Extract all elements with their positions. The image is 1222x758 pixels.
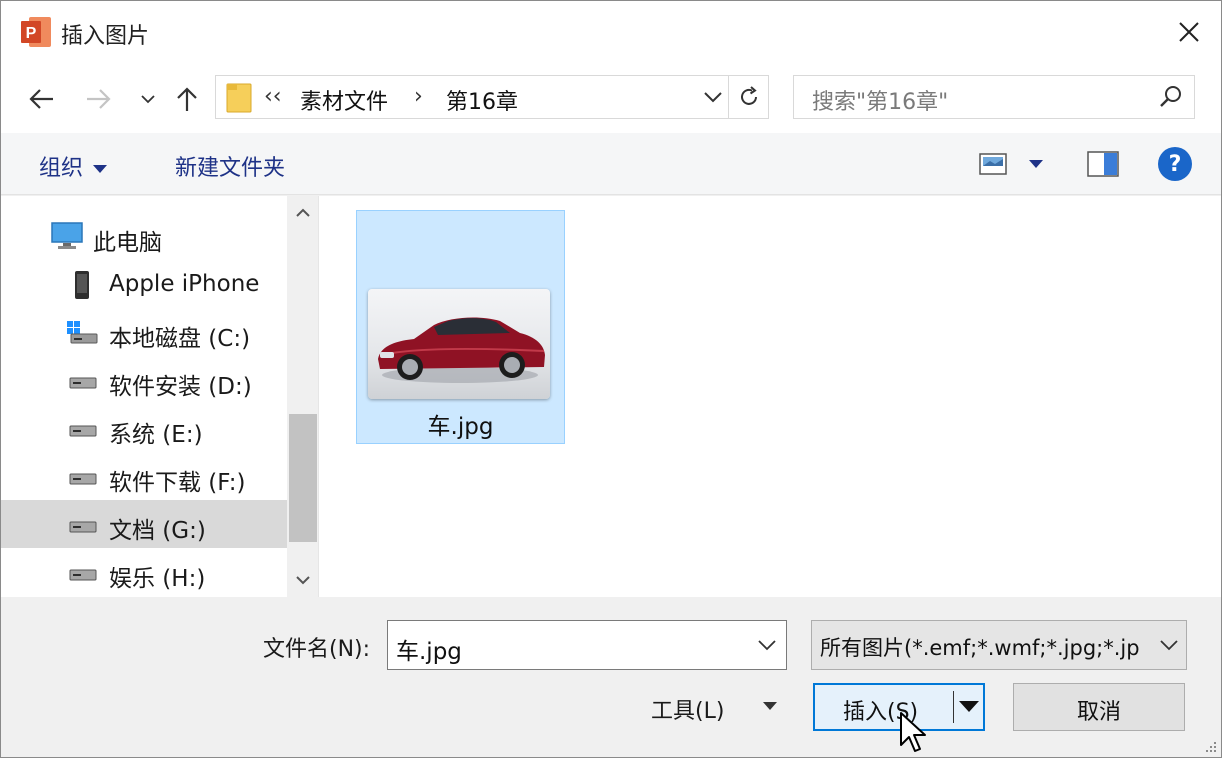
new-folder-button[interactable]: 新建文件夹 (175, 150, 285, 182)
drive-icon (69, 377, 97, 389)
address-bar[interactable]: ‹‹ 素材文件 › 第16章 (215, 75, 769, 119)
insert-options-dropdown-icon[interactable] (959, 701, 979, 712)
filetype-dropdown-button[interactable] (1152, 621, 1186, 669)
title-bar: P 插入图片 (1, 1, 1221, 63)
computer-icon (51, 222, 83, 249)
tools-dropdown-arrow-icon[interactable] (763, 702, 777, 710)
arrow-left-icon (29, 89, 53, 109)
tree-item-apple-iphone[interactable]: Apple iPhone (1, 260, 287, 308)
chevron-down-icon (295, 576, 310, 585)
drive-icon (69, 425, 97, 437)
file-item-car-jpg[interactable]: 车.jpg (356, 210, 565, 444)
view-options-dropdown[interactable] (1025, 153, 1047, 175)
organize-label: 组织 (39, 156, 84, 181)
breadcrumb-chapter16[interactable]: 第16章 (446, 84, 518, 116)
tree-label: 系统 (E:) (109, 422, 203, 448)
view-mode-icon[interactable] (979, 153, 1007, 175)
arrow-up-icon (177, 87, 197, 111)
tree-label: Apple iPhone (109, 271, 260, 297)
filename-value[interactable]: 车.jpg (396, 632, 462, 666)
mouse-pointer-icon (900, 712, 926, 752)
tree-label: 软件下载 (F:) (109, 470, 246, 496)
svg-text:P: P (26, 25, 37, 42)
chevron-down-icon (1160, 640, 1178, 651)
tree-item-drive-e[interactable]: 系统 (E:) (1, 404, 287, 452)
chevron-down-icon (141, 95, 155, 104)
refresh-button[interactable] (728, 76, 768, 118)
tree-label: 娱乐 (H:) (109, 566, 206, 592)
drive-icon (69, 521, 97, 533)
dialog-title: 插入图片 (61, 24, 150, 49)
recent-locations-button[interactable] (131, 81, 165, 117)
drive-icon (69, 569, 97, 581)
chevron-down-icon (704, 92, 722, 103)
preview-pane-icon[interactable] (1087, 151, 1119, 177)
back-button[interactable] (23, 81, 59, 117)
folder-icon (226, 83, 252, 113)
drive-icon (69, 473, 97, 485)
insert-picture-dialog: P 插入图片 ‹‹ 素材文件 › 第16章 搜索"第16章" 组织 新建文件夹 … (0, 0, 1222, 758)
chevron-up-icon (295, 208, 310, 217)
up-button[interactable] (169, 81, 205, 117)
tree-item-this-pc[interactable]: 此电脑 (1, 212, 287, 260)
tree-item-drive-c[interactable]: 本地磁盘 (C:) (1, 308, 287, 356)
scroll-thumb[interactable] (289, 414, 317, 542)
filetype-value: 所有图片(*.emf;*.wmf;*.jpg;*.jp (820, 636, 1140, 660)
cancel-button[interactable]: 取消 (1013, 683, 1185, 731)
red-car-image (368, 289, 550, 399)
powerpoint-icon: P (21, 17, 51, 47)
tree-label: 本地磁盘 (C:) (109, 326, 251, 352)
phone-icon (75, 271, 89, 299)
tree-item-drive-d[interactable]: 软件安装 (D:) (1, 356, 287, 404)
chevron-down-icon (758, 640, 776, 651)
navigation-pane: 此电脑 Apple iPhone 本地磁盘 (C:) 软件安装 (D:) 系统 … (1, 196, 319, 597)
filename-history-dropdown[interactable] (752, 621, 782, 669)
resize-grip-icon[interactable] (1203, 739, 1217, 753)
close-button[interactable] (1157, 1, 1221, 63)
breadcrumb-overflow[interactable]: ‹‹ (264, 84, 282, 109)
filename-input[interactable]: 车.jpg (387, 620, 787, 670)
file-name: 车.jpg (427, 414, 494, 440)
dropdown-arrow-icon (1029, 160, 1043, 168)
breadcrumb-sucai[interactable]: 素材文件 (300, 84, 388, 116)
nav-pane-scrollbar[interactable] (287, 196, 318, 597)
breadcrumb-separator[interactable]: › (414, 84, 423, 109)
help-icon[interactable]: ? (1158, 147, 1192, 181)
refresh-icon (740, 86, 757, 105)
scroll-down-button[interactable] (287, 563, 318, 597)
command-bar: 组织 新建文件夹 ? (1, 133, 1221, 195)
arrow-right-icon (87, 89, 111, 109)
tools-menu[interactable]: 工具(L) (651, 693, 724, 725)
dropdown-arrow-icon (93, 165, 108, 173)
tree-label: 软件安装 (D:) (109, 374, 252, 400)
dialog-footer: 文件名(N): 车.jpg 所有图片(*.emf;*.wmf;*.jpg;*.j… (1, 597, 1221, 757)
address-history-dropdown[interactable] (696, 76, 730, 118)
windows-drive-icon (67, 321, 98, 344)
scroll-up-button[interactable] (287, 196, 318, 230)
search-placeholder[interactable]: 搜索"第16章" (812, 84, 948, 116)
filename-label: 文件名(N): (263, 637, 371, 662)
tree-item-drive-h[interactable]: 娱乐 (H:) (1, 548, 287, 596)
search-icon[interactable] (1156, 82, 1186, 112)
organize-menu[interactable]: 组织 (39, 150, 108, 182)
tree-label: 此电脑 (93, 230, 162, 256)
tree-label: 文档 (G:) (109, 518, 206, 544)
cancel-label: 取消 (1076, 700, 1121, 725)
search-box[interactable]: 搜索"第16章" (793, 75, 1195, 119)
forward-button[interactable] (81, 81, 117, 117)
navigation-row: ‹‹ 素材文件 › 第16章 搜索"第16章" (1, 63, 1221, 133)
filetype-select[interactable]: 所有图片(*.emf;*.wmf;*.jpg;*.jp (811, 620, 1187, 670)
file-list: 车.jpg (319, 196, 1221, 597)
split-divider (953, 691, 954, 723)
close-icon (1179, 22, 1199, 42)
tree-item-drive-g[interactable]: 文档 (G:) (1, 500, 287, 548)
tree-item-drive-f[interactable]: 软件下载 (F:) (1, 452, 287, 500)
